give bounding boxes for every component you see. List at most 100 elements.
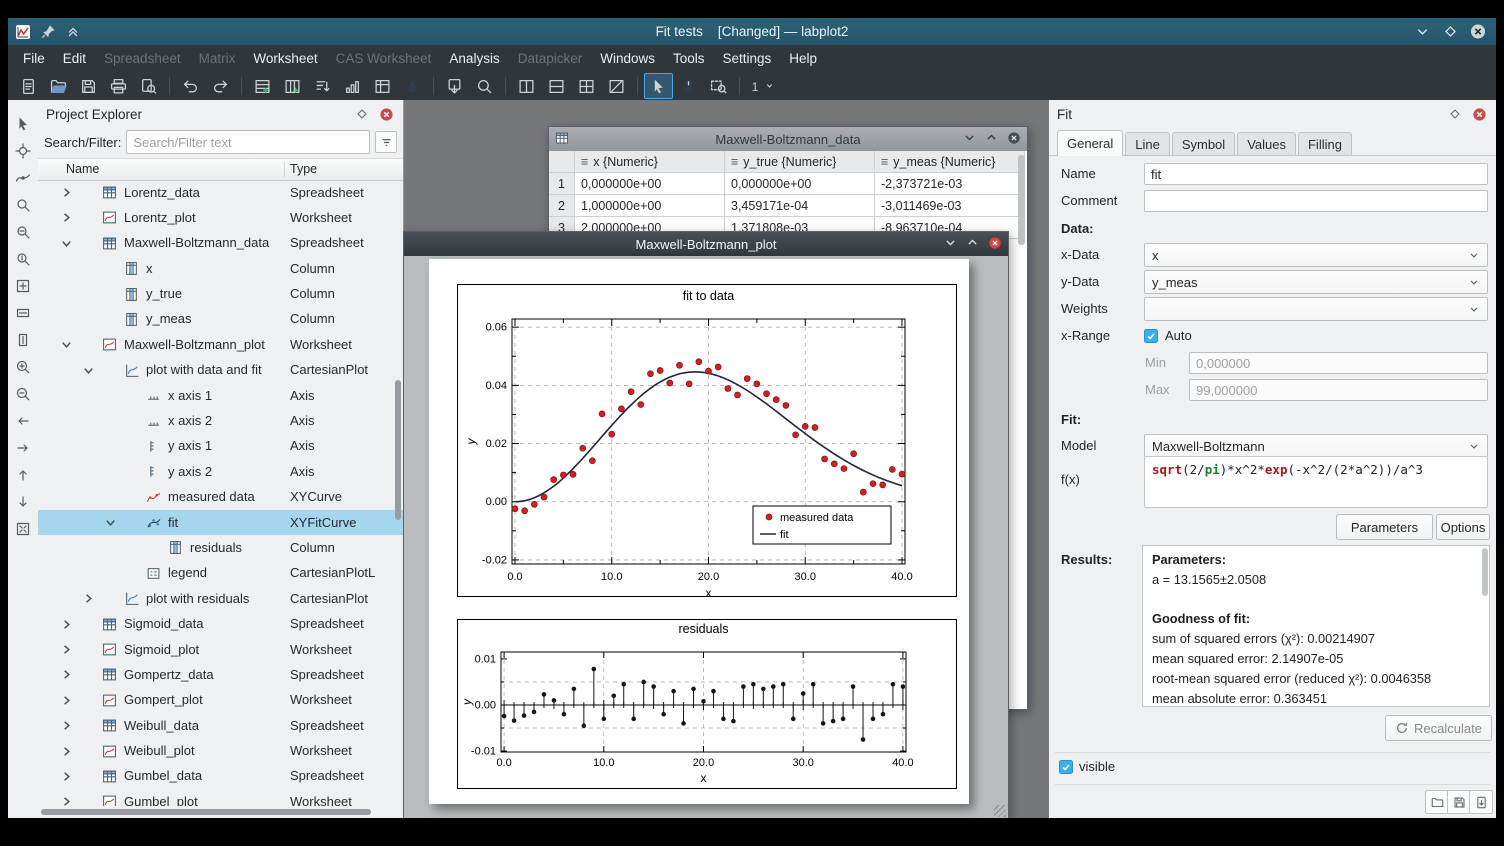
spreadsheet-statistics-button[interactable] bbox=[338, 73, 367, 99]
menu-analysis[interactable]: Analysis bbox=[440, 45, 508, 72]
data-cell[interactable]: 3,459171e-04 bbox=[725, 195, 875, 217]
tree-item-gumbel-data[interactable]: Gumbel_dataSpreadsheet bbox=[38, 764, 403, 789]
collapse-arrow-icon[interactable] bbox=[60, 237, 73, 250]
float-dock-icon[interactable] bbox=[353, 106, 370, 123]
tab-line[interactable]: Line bbox=[1125, 132, 1170, 156]
tree-item-sigmoid-data[interactable]: Sigmoid_dataSpreadsheet bbox=[38, 612, 403, 637]
recalculate-button[interactable]: Recalculate bbox=[1385, 715, 1492, 741]
tree-item-y-meas[interactable]: y_measColumn bbox=[38, 307, 403, 332]
zoom-out-button[interactable] bbox=[11, 382, 35, 406]
edit-undo-button[interactable] bbox=[176, 73, 205, 99]
collapse-arrow-icon[interactable] bbox=[82, 364, 95, 377]
expand-arrow-icon[interactable] bbox=[60, 719, 73, 732]
document-save-button[interactable] bbox=[74, 73, 103, 99]
tree-item-fit[interactable]: fitXYFitCurve bbox=[38, 510, 403, 535]
tree-item-plot-with-residuals[interactable]: plot with residualsCartesianPlot bbox=[38, 586, 403, 611]
spreadsheet-scrollbar[interactable] bbox=[1018, 155, 1025, 245]
residuals-chart[interactable]: 0.010.020.030.040.0-0.010.000.01residual… bbox=[457, 619, 957, 789]
max-input[interactable] bbox=[1189, 379, 1488, 401]
expand-arrow-icon[interactable] bbox=[82, 592, 95, 605]
worksheet-zoom-button[interactable] bbox=[470, 73, 499, 99]
search-filter-input[interactable] bbox=[126, 130, 370, 154]
layout-horizontal-button[interactable] bbox=[542, 73, 571, 99]
pin-icon[interactable] bbox=[40, 24, 56, 40]
fit-plot-container[interactable]: 0.010.020.030.040.0-0.020.000.020.040.06… bbox=[457, 284, 957, 597]
close-window-icon[interactable] bbox=[1470, 24, 1486, 40]
select-cursor-button[interactable] bbox=[11, 112, 35, 136]
comment-input[interactable] bbox=[1144, 190, 1488, 212]
fit-to-data-chart[interactable]: 0.010.020.030.040.0-0.020.000.020.040.06… bbox=[457, 284, 957, 597]
spreadsheet-insert-column-button[interactable] bbox=[278, 73, 307, 99]
tab-symbol[interactable]: Symbol bbox=[1172, 132, 1235, 156]
corner-cell[interactable] bbox=[549, 151, 575, 173]
worksheet-page[interactable]: 0.010.020.030.040.0-0.020.000.020.040.06… bbox=[429, 259, 969, 804]
spreadsheet-sort-button[interactable] bbox=[308, 73, 337, 99]
menu-worksheet[interactable]: Worksheet bbox=[244, 45, 326, 72]
shade-icon[interactable] bbox=[963, 131, 976, 147]
tree-item-weibull-data[interactable]: Weibull_dataSpreadsheet bbox=[38, 713, 403, 738]
tree-item-measured-data[interactable]: measured dataXYCurve bbox=[38, 485, 403, 510]
tree-item-lorentz-data[interactable]: Lorentz_dataSpreadsheet bbox=[38, 180, 403, 205]
data-cell[interactable]: 0,000000e+00 bbox=[575, 173, 725, 195]
crosshair-cursor-button[interactable] bbox=[11, 139, 35, 163]
tree-item-y-axis-1[interactable]: y axis 1Axis bbox=[38, 434, 403, 459]
column-header-y-meas-numeric[interactable]: ≡y_meas {Numeric} bbox=[875, 151, 1025, 173]
column-header-name[interactable]: Name bbox=[66, 162, 99, 176]
tree-item-x[interactable]: xColumn bbox=[38, 256, 403, 281]
tree-item-legend[interactable]: legendCartesianPlotL bbox=[38, 561, 403, 586]
close-icon[interactable] bbox=[1007, 131, 1021, 148]
expand-arrow-icon[interactable] bbox=[60, 643, 73, 656]
menu-edit[interactable]: Edit bbox=[54, 45, 95, 72]
results-scrollbar[interactable] bbox=[1482, 548, 1488, 596]
document-print-button[interactable] bbox=[104, 73, 133, 99]
row-header[interactable]: 2 bbox=[549, 195, 575, 217]
tree-column-headers[interactable]: Name Type bbox=[38, 158, 403, 181]
weights-combo[interactable] bbox=[1144, 297, 1488, 321]
trace-cursor-button[interactable] bbox=[11, 166, 35, 190]
model-combo[interactable]: Maxwell-Boltzmann bbox=[1144, 434, 1488, 458]
worksheet-window-titlebar[interactable]: Maxwell-Boltzmann_plot bbox=[404, 232, 1008, 256]
menu-file[interactable]: File bbox=[14, 45, 54, 72]
close-dock-icon[interactable] bbox=[1471, 106, 1488, 123]
expand-up-icon[interactable] bbox=[65, 24, 81, 40]
tree-item-plot-with-data-and-fit[interactable]: plot with data and fitCartesianPlot bbox=[38, 358, 403, 383]
magnification-button[interactable]: 1 bbox=[746, 73, 775, 99]
collapse-arrow-icon[interactable] bbox=[60, 338, 73, 351]
shift-right-x-button[interactable] bbox=[11, 436, 35, 460]
tree-item-sigmoid-plot[interactable]: Sigmoid_plotWorksheet bbox=[38, 637, 403, 662]
fit-results-box[interactable]: Parameters:a = 13.1565±2.0508 Goodness o… bbox=[1142, 545, 1490, 707]
worksheet-view[interactable]: 0.010.020.030.040.0-0.020.000.020.040.06… bbox=[404, 256, 1008, 818]
zoom-x-select-button[interactable] bbox=[11, 220, 35, 244]
auto-range-checkbox[interactable] bbox=[1144, 329, 1158, 343]
expand-arrow-icon[interactable] bbox=[60, 618, 73, 631]
min-input[interactable] bbox=[1189, 352, 1488, 374]
data-cell[interactable]: 1,000000e+00 bbox=[575, 195, 725, 217]
close-dock-icon[interactable] bbox=[378, 106, 395, 123]
shift-left-x-button[interactable] bbox=[11, 409, 35, 433]
worksheet-window[interactable]: Maxwell-Boltzmann_plot 0.010.020.030.040… bbox=[403, 231, 1009, 818]
tree-item-maxwell-boltzmann-data[interactable]: Maxwell-Boltzmann_dataSpreadsheet bbox=[38, 231, 403, 256]
tree-item-gompertz-data[interactable]: Gompertz_dataSpreadsheet bbox=[38, 662, 403, 687]
spreadsheet-insert-row-button[interactable] bbox=[248, 73, 277, 99]
restore-icon[interactable] bbox=[966, 236, 979, 252]
worksheet-export-button[interactable] bbox=[440, 73, 469, 99]
tree-horizontal-scrollbar[interactable] bbox=[41, 809, 371, 815]
auto-scale-x-button[interactable] bbox=[11, 301, 35, 325]
zoom-select-button[interactable] bbox=[11, 193, 35, 217]
residuals-plot-container[interactable]: 0.010.020.030.040.0-0.010.000.01residual… bbox=[457, 619, 957, 789]
x-data-combo[interactable]: x bbox=[1144, 243, 1488, 267]
parameters-button[interactable]: Parameters bbox=[1336, 514, 1433, 540]
shade-window-icon[interactable] bbox=[1414, 24, 1430, 40]
expand-arrow-icon[interactable] bbox=[60, 186, 73, 199]
float-dock-icon[interactable] bbox=[1446, 106, 1463, 123]
project-open-button[interactable] bbox=[44, 73, 73, 99]
name-input[interactable] bbox=[1144, 163, 1488, 185]
tree-item-y-true[interactable]: y_trueColumn bbox=[38, 282, 403, 307]
shift-down-y-button[interactable] bbox=[11, 490, 35, 514]
expand-arrow-icon[interactable] bbox=[60, 770, 73, 783]
fit-dock-header[interactable]: Fit bbox=[1049, 100, 1496, 128]
settings-default-button[interactable] bbox=[1469, 790, 1493, 814]
data-cell[interactable]: 0,000000e+00 bbox=[725, 173, 875, 195]
expand-arrow-icon[interactable] bbox=[60, 745, 73, 758]
tree-item-y-axis-2[interactable]: y axis 2Axis bbox=[38, 459, 403, 484]
